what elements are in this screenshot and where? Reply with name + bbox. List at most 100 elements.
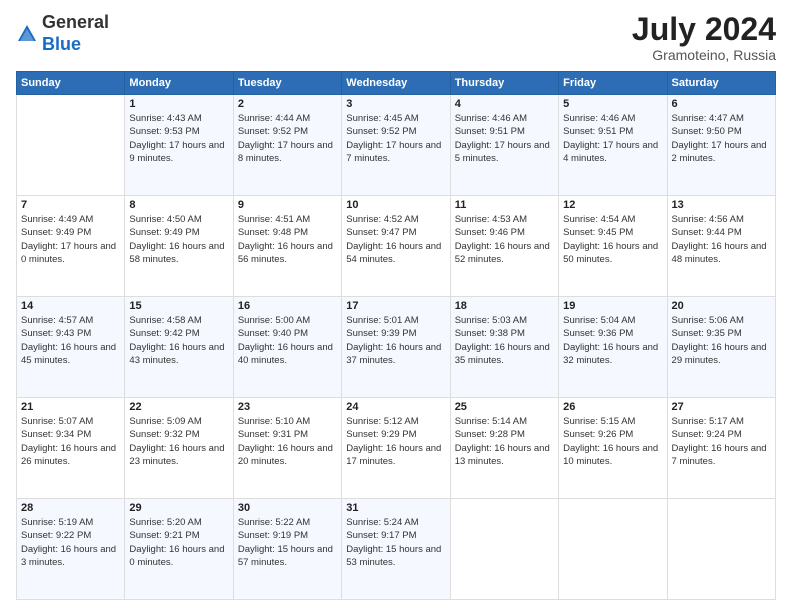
table-row: 24Sunrise: 5:12 AM Sunset: 9:29 PM Dayli… xyxy=(342,398,450,499)
day-info: Sunrise: 4:50 AM Sunset: 9:49 PM Dayligh… xyxy=(129,213,228,266)
table-row: 12 Sunrise: 4:54 AM Sunset: 9:45 PM Dayli… xyxy=(559,196,667,297)
table-row: 17 Sunrise: 5:01 AM Sunset: 9:39 PM Dayli… xyxy=(342,297,450,398)
table-row: 16 Sunrise: 5:00 AM Sunset: 9:40 PM Dayli… xyxy=(233,297,341,398)
table-row: 5Sunrise: 4:46 AM Sunset: 9:51 PM Daylig… xyxy=(559,95,667,196)
day-number: 26 xyxy=(563,401,662,413)
table-row: 25 Sunrise: 5:14 AM Sunset: 9:28 PM Dayli… xyxy=(450,398,558,499)
day-info: Sunrise: 4:51 AM Sunset: 9:48 PM Dayligh… xyxy=(238,213,337,266)
calendar-header-row: Sunday Monday Tuesday Wednesday Thursday… xyxy=(17,72,776,95)
table-row: 30Sunrise: 5:22 AM Sunset: 9:19 PM Dayli… xyxy=(233,499,341,600)
calendar-table: Sunday Monday Tuesday Wednesday Thursday… xyxy=(16,71,776,600)
table-row: 26 Sunrise: 5:15 AM Sunset: 9:26 PM Dayli… xyxy=(559,398,667,499)
day-number: 20 xyxy=(672,300,771,312)
location: Gramoteino, Russia xyxy=(632,47,776,63)
day-number: 27 xyxy=(672,401,771,413)
day-number: 1 xyxy=(129,98,228,110)
table-row: 9 Sunrise: 4:51 AM Sunset: 9:48 PM Daylig… xyxy=(233,196,341,297)
day-info: Sunrise: 4:49 AM Sunset: 9:49 PM Dayligh… xyxy=(21,213,120,266)
day-info: Sunrise: 5:00 AM Sunset: 9:40 PM Dayligh… xyxy=(238,314,337,367)
table-row: 31 Sunrise: 5:24 AM Sunset: 9:17 PM Dayli… xyxy=(342,499,450,600)
table-row: 13 Sunrise: 4:56 AM Sunset: 9:44 PM Dayli… xyxy=(667,196,775,297)
day-info: Sunrise: 4:44 AM Sunset: 9:52 PM Dayligh… xyxy=(238,112,337,165)
day-number: 6 xyxy=(672,98,771,110)
day-number: 23 xyxy=(238,401,337,413)
table-row: 10Sunrise: 4:52 AM Sunset: 9:47 PM Dayli… xyxy=(342,196,450,297)
table-row xyxy=(667,499,775,600)
title-block: July 2024 Gramoteino, Russia xyxy=(632,12,776,63)
table-row: 14Sunrise: 4:57 AM Sunset: 9:43 PM Dayli… xyxy=(17,297,125,398)
day-number: 13 xyxy=(672,199,771,211)
day-number: 30 xyxy=(238,502,337,514)
day-number: 16 xyxy=(238,300,337,312)
month-title: July 2024 xyxy=(632,12,776,47)
table-row: 28 Sunrise: 5:19 AM Sunset: 9:22 PM Dayli… xyxy=(17,499,125,600)
table-row: 29 Sunrise: 5:20 AM Sunset: 9:21 PM Dayli… xyxy=(125,499,233,600)
day-number: 9 xyxy=(238,199,337,211)
col-sunday: Sunday xyxy=(17,72,125,95)
col-friday: Friday xyxy=(559,72,667,95)
logo: General Blue xyxy=(16,12,109,55)
table-row: 21Sunrise: 5:07 AM Sunset: 9:34 PM Dayli… xyxy=(17,398,125,499)
page: General Blue July 2024 Gramoteino, Russi… xyxy=(0,0,792,612)
day-info: Sunrise: 4:57 AM Sunset: 9:43 PM Dayligh… xyxy=(21,314,120,367)
day-number: 19 xyxy=(563,300,662,312)
day-info: Sunrise: 5:06 AM Sunset: 9:35 PM Dayligh… xyxy=(672,314,771,367)
day-info: Sunrise: 4:52 AM Sunset: 9:47 PM Dayligh… xyxy=(346,213,445,266)
day-info: Sunrise: 4:53 AM Sunset: 9:46 PM Dayligh… xyxy=(455,213,554,266)
col-monday: Monday xyxy=(125,72,233,95)
col-thursday: Thursday xyxy=(450,72,558,95)
day-number: 31 xyxy=(346,502,445,514)
day-info: Sunrise: 4:43 AM Sunset: 9:53 PM Dayligh… xyxy=(129,112,228,165)
table-row: 3 Sunrise: 4:45 AM Sunset: 9:52 PM Daylig… xyxy=(342,95,450,196)
day-info: Sunrise: 5:04 AM Sunset: 9:36 PM Dayligh… xyxy=(563,314,662,367)
day-number: 8 xyxy=(129,199,228,211)
table-row xyxy=(17,95,125,196)
day-number: 17 xyxy=(346,300,445,312)
day-number: 3 xyxy=(346,98,445,110)
logo-text: General Blue xyxy=(42,12,109,55)
logo-icon xyxy=(16,23,38,45)
day-number: 7 xyxy=(21,199,120,211)
day-number: 25 xyxy=(455,401,554,413)
table-row: 11 Sunrise: 4:53 AM Sunset: 9:46 PM Dayli… xyxy=(450,196,558,297)
day-number: 2 xyxy=(238,98,337,110)
day-info: Sunrise: 5:19 AM Sunset: 9:22 PM Dayligh… xyxy=(21,516,120,569)
day-info: Sunrise: 4:46 AM Sunset: 9:51 PM Dayligh… xyxy=(455,112,554,165)
day-number: 11 xyxy=(455,199,554,211)
day-info: Sunrise: 5:20 AM Sunset: 9:21 PM Dayligh… xyxy=(129,516,228,569)
day-number: 21 xyxy=(21,401,120,413)
day-info: Sunrise: 5:24 AM Sunset: 9:17 PM Dayligh… xyxy=(346,516,445,569)
day-number: 12 xyxy=(563,199,662,211)
table-row xyxy=(450,499,558,600)
col-tuesday: Tuesday xyxy=(233,72,341,95)
day-info: Sunrise: 5:15 AM Sunset: 9:26 PM Dayligh… xyxy=(563,415,662,468)
day-info: Sunrise: 4:46 AM Sunset: 9:51 PM Dayligh… xyxy=(563,112,662,165)
day-info: Sunrise: 5:14 AM Sunset: 9:28 PM Dayligh… xyxy=(455,415,554,468)
col-wednesday: Wednesday xyxy=(342,72,450,95)
day-number: 24 xyxy=(346,401,445,413)
day-info: Sunrise: 5:10 AM Sunset: 9:31 PM Dayligh… xyxy=(238,415,337,468)
day-info: Sunrise: 4:54 AM Sunset: 9:45 PM Dayligh… xyxy=(563,213,662,266)
week-row-2: 14Sunrise: 4:57 AM Sunset: 9:43 PM Dayli… xyxy=(17,297,776,398)
week-row-1: 7 Sunrise: 4:49 AM Sunset: 9:49 PM Daylig… xyxy=(17,196,776,297)
day-number: 15 xyxy=(129,300,228,312)
day-info: Sunrise: 5:01 AM Sunset: 9:39 PM Dayligh… xyxy=(346,314,445,367)
table-row: 7 Sunrise: 4:49 AM Sunset: 9:49 PM Daylig… xyxy=(17,196,125,297)
table-row: 27Sunrise: 5:17 AM Sunset: 9:24 PM Dayli… xyxy=(667,398,775,499)
day-number: 29 xyxy=(129,502,228,514)
col-saturday: Saturday xyxy=(667,72,775,95)
table-row: 19 Sunrise: 5:04 AM Sunset: 9:36 PM Dayli… xyxy=(559,297,667,398)
day-number: 22 xyxy=(129,401,228,413)
day-number: 28 xyxy=(21,502,120,514)
table-row: 8 Sunrise: 4:50 AM Sunset: 9:49 PM Daylig… xyxy=(125,196,233,297)
header: General Blue July 2024 Gramoteino, Russi… xyxy=(16,12,776,63)
week-row-0: 1 Sunrise: 4:43 AM Sunset: 9:53 PM Daylig… xyxy=(17,95,776,196)
week-row-4: 28 Sunrise: 5:19 AM Sunset: 9:22 PM Dayli… xyxy=(17,499,776,600)
day-info: Sunrise: 4:47 AM Sunset: 9:50 PM Dayligh… xyxy=(672,112,771,165)
day-info: Sunrise: 4:56 AM Sunset: 9:44 PM Dayligh… xyxy=(672,213,771,266)
table-row xyxy=(559,499,667,600)
day-info: Sunrise: 4:58 AM Sunset: 9:42 PM Dayligh… xyxy=(129,314,228,367)
day-info: Sunrise: 4:45 AM Sunset: 9:52 PM Dayligh… xyxy=(346,112,445,165)
table-row: 20 Sunrise: 5:06 AM Sunset: 9:35 PM Dayli… xyxy=(667,297,775,398)
table-row: 1 Sunrise: 4:43 AM Sunset: 9:53 PM Daylig… xyxy=(125,95,233,196)
